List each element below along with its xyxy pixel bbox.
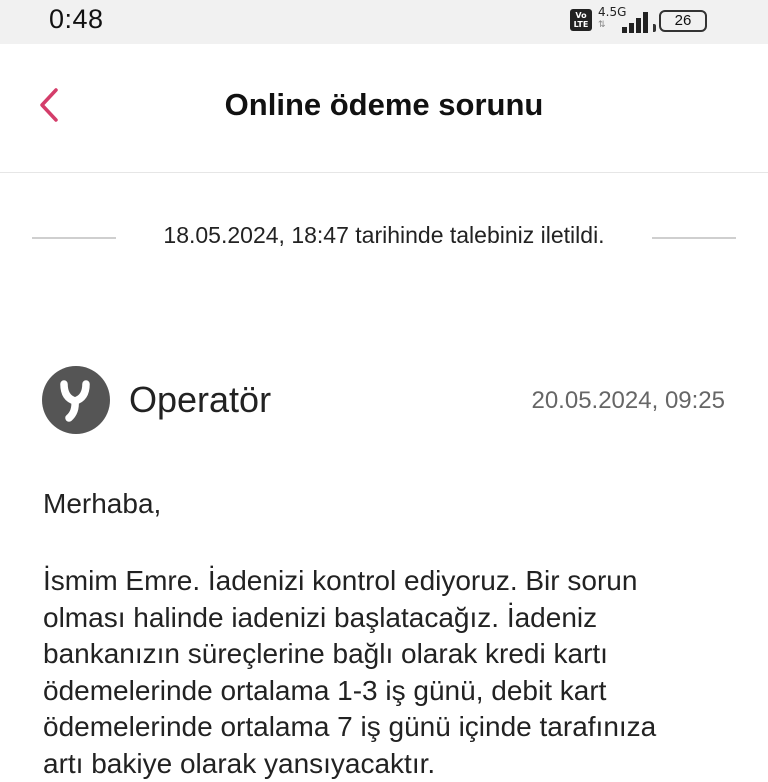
message-line: olması halinde iadenizi başlatacağız. İa… [43,600,733,637]
divider-right [652,237,736,239]
request-notice: 18.05.2024, 18:47 tarihinde talebiniz il… [32,222,736,254]
battery-icon: 26 [659,10,707,32]
message-timestamp: 20.05.2024, 09:25 [531,387,725,415]
request-notice-text: 18.05.2024, 18:47 tarihinde talebiniz il… [32,222,736,249]
battery-level: 26 [675,12,692,29]
message-line: İsmim Emre. İadenizi kontrol ediyoruz. B… [43,563,733,600]
message-line: bankanızın süreçlerine bağlı olarak kred… [43,636,733,673]
app-header: Online ödeme sorunu [0,44,768,173]
message-body: İsmim Emre. İadenizi kontrol ediyoruz. B… [43,563,733,782]
page-title: Online ödeme sorunu [0,87,768,123]
data-arrows-icon: ⇅ [598,19,606,30]
signal-strength-icon [608,9,648,33]
status-time: 0:48 [49,4,104,35]
message-line: ödemelerinde ortalama 7 iş günü içinde t… [43,709,733,746]
message-line: artı bakiye olarak yansıyacaktır. [43,746,733,782]
sender-name: Operatör [129,379,271,421]
message-greeting: Merhaba, [43,488,161,520]
status-bar: 0:48 Vo LTE 4.5G ⇅ 26 [0,0,768,44]
operator-avatar [42,366,110,434]
volte-icon: Vo LTE [570,9,592,31]
brand-logo-icon [42,366,110,434]
message-line: ödemelerinde ortalama 1-3 iş günü, debit… [43,673,733,710]
